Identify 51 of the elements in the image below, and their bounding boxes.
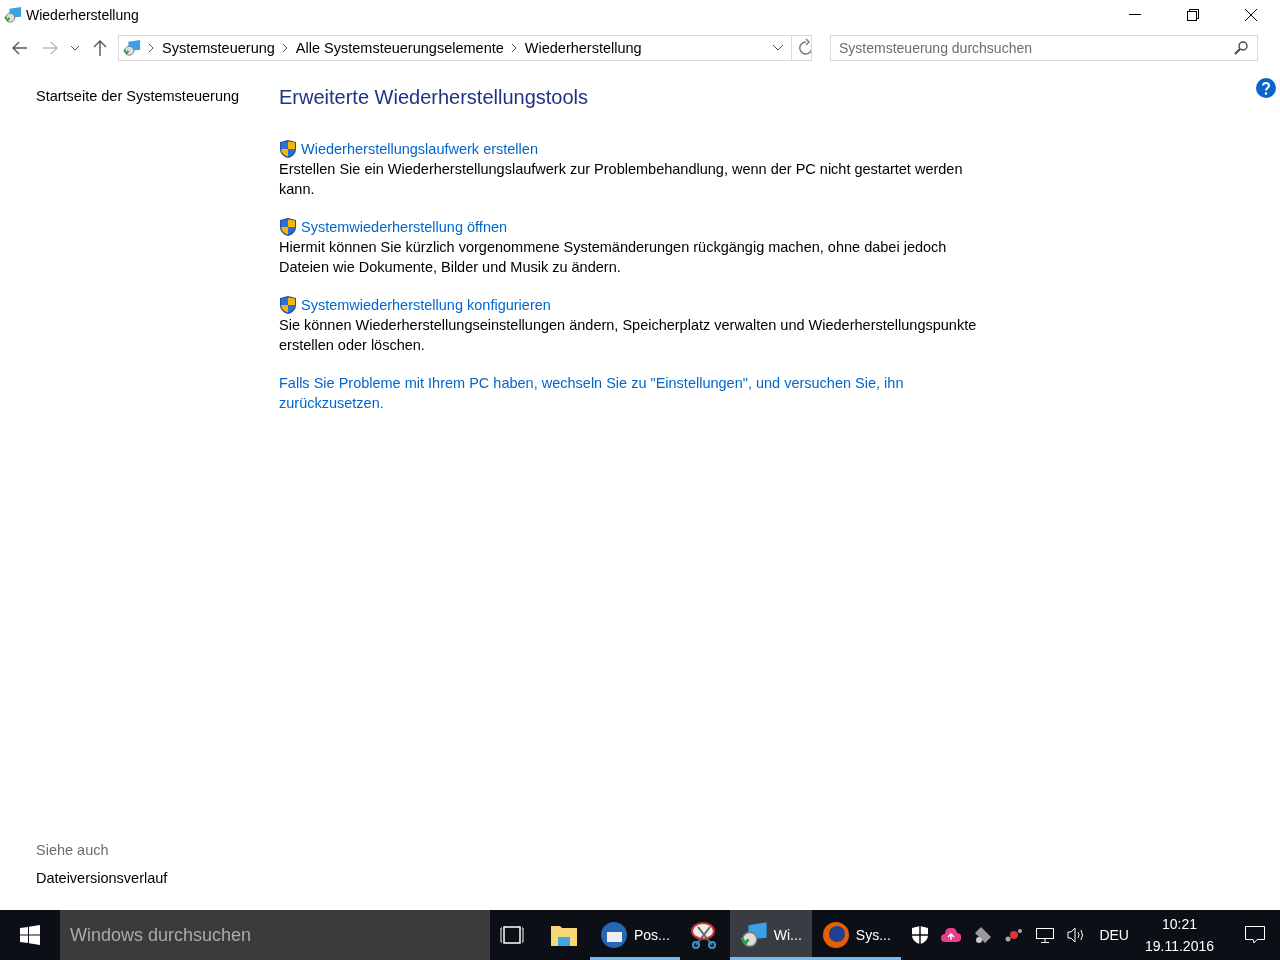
chevron-down-icon[interactable] [773, 45, 783, 51]
chevron-right-icon [149, 44, 154, 52]
search-icon [1234, 41, 1248, 55]
taskbar-app[interactable]: Sys... [811, 910, 901, 960]
restore-icon [1187, 9, 1199, 21]
chevron-right-icon [511, 44, 517, 52]
reset-link[interactable]: Falls Sie Probleme mit Ihrem PC haben, wechseln Sie zu "Einstellungen", und versuchen Sie, ihn zurückzusetzen. [279, 373, 919, 413]
refresh-icon[interactable] [791, 36, 811, 60]
tool-description: Hiermit können Sie kürzlich vorgenommene Systemänderungen rückgängig machen, ohne dabei jedoch Dateien wie Dokumente, Bilder und Musik zu ändern. [279, 238, 948, 277]
help-icon[interactable] [1256, 78, 1276, 98]
breadcrumb-item[interactable]: Alle Systemsteuerungselemente [295, 40, 504, 56]
windows-logo-icon [20, 925, 40, 945]
breadcrumb-item[interactable]: Systemsteuerung [162, 40, 275, 56]
close-icon [1245, 9, 1257, 21]
shield-icon [279, 139, 297, 159]
tool-link[interactable]: Systemwiederherstellung konfigurieren [301, 295, 551, 315]
taskbar-app[interactable]: Pos... [590, 910, 680, 960]
see-also-heading: Siehe auch [36, 842, 110, 858]
tool-description: Sie können Wiederherstellungseinstellungen ändern, Speicherplatz verwalten und Wiederherstellungspunkte erstellen oder löschen. [279, 316, 978, 355]
monitor-clock-icon [123, 39, 141, 57]
taskbar-search-field[interactable]: Windows durchsuchen [60, 910, 490, 960]
tool-link[interactable]: Wiederherstellungslaufwerk erstellen [301, 139, 538, 159]
clock[interactable]: 10:21 19.11.2016 [1140, 913, 1218, 957]
cloud-upload-icon[interactable] [941, 928, 962, 942]
back-arrow-icon [12, 41, 28, 55]
search-field[interactable]: Systemsteuerung durchsuchen [830, 35, 1258, 61]
page-heading: Erweiterte Wiederherstellungstools [279, 86, 590, 109]
taskbar-app[interactable]: Wi... [729, 910, 812, 960]
shield-icon [279, 295, 297, 315]
monitor-clock-icon [739, 921, 768, 949]
minimize-icon [1129, 14, 1141, 16]
breadcrumb-item[interactable]: Wiederherstellung [524, 40, 642, 56]
monitor-clock-icon [4, 6, 22, 24]
up-arrow-icon [93, 40, 107, 56]
task-view-icon [500, 926, 524, 944]
shield-icon[interactable] [911, 925, 930, 945]
tool-link[interactable]: Systemwiederherstellung öffnen [301, 217, 508, 237]
chevron-right-icon [282, 44, 288, 52]
address-bar[interactable]: Systemsteuerung Alle Systemsteuerungselemente Wiederherstellung [118, 35, 812, 61]
scissors-icon [689, 921, 718, 949]
speech-bubble-icon [1244, 925, 1266, 945]
forward-arrow-icon [42, 41, 58, 55]
network-monitor-icon[interactable] [1035, 926, 1056, 944]
window-title: Wiederherstellung [26, 7, 140, 23]
language-indicator[interactable]: DEU [1099, 927, 1129, 943]
sidebar-link[interactable]: Startseite der Systemsteuerung [36, 88, 279, 104]
sidebar-link[interactable]: Dateiversionsverlauf [36, 870, 279, 886]
tool-description: Erstellen Sie ein Wiederherstellungslaufwerk zur Problembehandlung, wenn der PC nicht gestartet werden kann. [279, 160, 964, 199]
chevron-down-icon [71, 45, 79, 51]
shield-icon [279, 217, 297, 237]
folder-icon [550, 923, 578, 947]
